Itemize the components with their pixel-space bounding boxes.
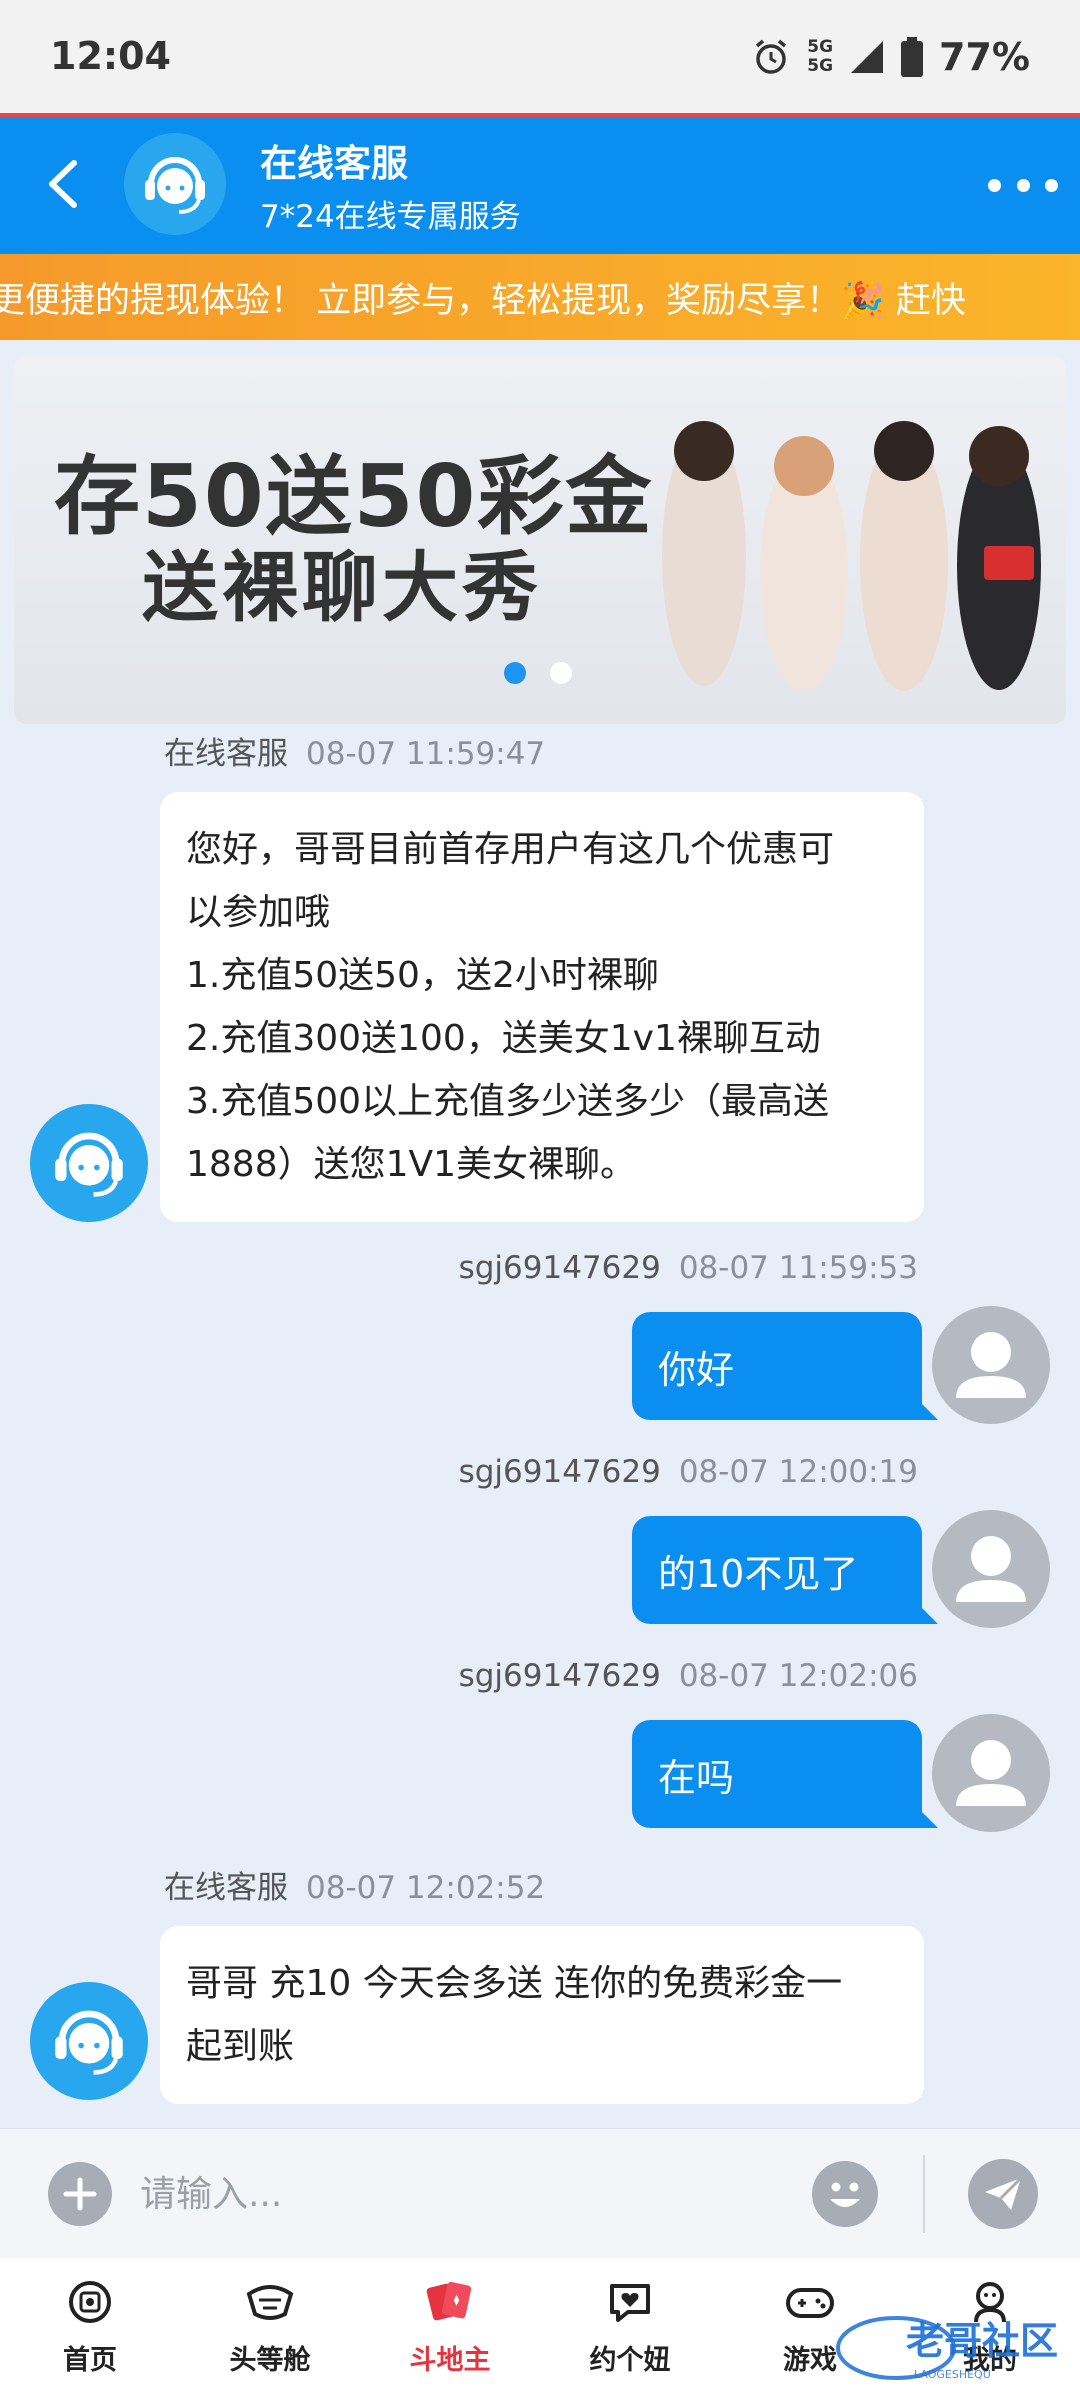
signal-icon — [851, 41, 884, 73]
message-input-bar — [0, 2128, 1080, 2258]
watermark-logo: 老哥社区 LAOGESHEQU — [836, 2316, 1058, 2381]
message-text: 在吗 — [658, 1755, 735, 1800]
chat-subtitle: 7*24在线专属服务 — [260, 199, 521, 235]
cabin-icon — [244, 2276, 296, 2328]
sender-name: sgj69147629 — [458, 1250, 661, 1286]
status-icons: 5G 5G 77% — [751, 32, 1030, 82]
support-avatar[interactable] — [30, 1982, 148, 2100]
nav-label: 首页 — [63, 2345, 117, 2376]
message-meta: sgj69147629 08-07 12:00:19 — [459, 1454, 918, 1490]
message-meta: 在线客服 08-07 12:02:52 — [164, 1862, 545, 1907]
chat-header: 在线客服 7*24在线专属服务 — [0, 117, 1080, 254]
battery-percent: 77% — [939, 35, 1030, 79]
sender-name: 在线客服 — [164, 736, 288, 772]
message-meta: 在线客服 08-07 11:59:47 — [164, 728, 545, 773]
support-avatar[interactable] — [124, 133, 226, 235]
message-time: 08-07 12:02:06 — [678, 1658, 918, 1694]
message-line: 1888）送您1V1美女裸聊。 — [186, 1144, 637, 1185]
watermark-subtext: LAOGESHEQU — [914, 2368, 991, 2381]
message-line: 3.充值500以上充值多少送多少（最高送 — [186, 1081, 830, 1122]
watermark-text: 老哥社区 — [906, 2319, 1058, 2363]
status-time: 12:04 — [50, 34, 171, 78]
banner-pagination[interactable] — [504, 662, 572, 684]
smiley-icon — [830, 2182, 860, 2207]
message-time: 08-07 11:59:53 — [678, 1250, 918, 1286]
message-line: 1.充值50送50，送2小时裸聊 — [186, 955, 659, 996]
message-meta: sgj69147629 08-07 12:02:06 — [459, 1658, 918, 1694]
message-line: 2.充值300送100，送美女1v1裸聊互动 — [186, 1018, 821, 1059]
marquee-text: 更便捷的提现体验！ 立即参与，轻松提现，奖励尽享！🎉 赶快 — [0, 281, 966, 321]
send-button[interactable] — [968, 2159, 1038, 2229]
message-bubble-user[interactable]: 的10不见了 — [632, 1516, 938, 1624]
headset-icon — [55, 2010, 123, 2075]
alarm-icon — [756, 39, 787, 74]
dot-icon — [1045, 178, 1058, 192]
promo-banner[interactable]: 存50送50彩金 送裸聊大秀 — [14, 356, 1066, 724]
support-avatar[interactable] — [30, 1104, 148, 1222]
message-time: 08-07 12:00:19 — [678, 1454, 918, 1490]
message-bubble-user[interactable]: 你好 — [632, 1312, 938, 1420]
gamepad-icon — [784, 2276, 836, 2328]
nav-item-cards[interactable]: 斗地主 — [360, 2258, 540, 2400]
sender-name: 在线客服 — [164, 1870, 288, 1906]
user-icon — [956, 1332, 1026, 1398]
sender-name: sgj69147629 — [458, 1454, 661, 1490]
dot-icon — [988, 178, 1001, 192]
attach-button[interactable] — [48, 2162, 112, 2226]
user-icon — [956, 1740, 1026, 1806]
nav-item-date[interactable]: 约个妞 — [540, 2258, 720, 2400]
pagination-dot[interactable] — [550, 662, 572, 684]
nav-label: 游戏 — [783, 2345, 837, 2376]
message-input[interactable] — [140, 2149, 780, 2239]
cards-icon — [424, 2276, 476, 2328]
message-text: 的10不见了 — [658, 1551, 859, 1596]
announcement-marquee[interactable]: 更便捷的提现体验！ 立即参与，轻松提现，奖励尽享！🎉 赶快 — [0, 254, 1080, 340]
message-bubble-user[interactable]: 在吗 — [632, 1720, 938, 1828]
plus-icon — [63, 2177, 97, 2211]
message-text: 你好 — [658, 1347, 735, 1392]
message-line: 您好，哥哥目前首存用户有这几个优惠可 — [186, 829, 835, 870]
more-options-button[interactable] — [988, 167, 1058, 203]
nav-label: 约个妞 — [589, 2345, 671, 2376]
pagination-dot-active[interactable] — [504, 662, 526, 684]
back-button[interactable] — [30, 149, 100, 219]
headset-icon — [55, 1132, 123, 1197]
paper-plane-icon — [985, 2176, 1023, 2210]
message-line: 起到账 — [186, 2026, 295, 2067]
user-avatar[interactable] — [932, 1306, 1050, 1424]
message-time: 08-07 11:59:47 — [306, 736, 546, 772]
message-time: 08-07 12:02:52 — [306, 1870, 546, 1906]
message-line: 以参加哦 — [186, 892, 331, 933]
chevron-left-icon — [49, 160, 77, 208]
nav-label: 斗地主 — [409, 2345, 491, 2376]
nav-item-cabin[interactable]: 头等舱 — [180, 2258, 360, 2400]
emoji-button[interactable] — [812, 2161, 878, 2227]
home-icon — [64, 2276, 116, 2328]
message-line: 哥哥 充10 今天会多送 连你的免费彩金一 — [186, 1963, 843, 2004]
headset-icon — [145, 157, 205, 214]
user-icon — [956, 1536, 1026, 1602]
banner-subline: 送裸聊大秀 — [142, 543, 542, 632]
network-label: 5G 5G — [807, 37, 834, 76]
chat-title: 在线客服 — [260, 142, 408, 185]
dot-icon — [1016, 178, 1030, 192]
message-bubble-support[interactable]: 您好，哥哥目前首存用户有这几个优惠可 以参加哦 1.充值50送50，送2小时裸聊… — [160, 792, 924, 1222]
user-avatar[interactable] — [932, 1510, 1050, 1628]
user-avatar[interactable] — [932, 1714, 1050, 1832]
status-bar: 12:04 5G 5G 77% — [0, 0, 1080, 116]
message-meta: sgj69147629 08-07 11:59:53 — [459, 1250, 918, 1286]
nav-item-home[interactable]: 首页 — [0, 2258, 180, 2400]
message-bubble-support[interactable]: 哥哥 充10 今天会多送 连你的免费彩金一 起到账 — [160, 1926, 924, 2104]
sender-name: sgj69147629 — [458, 1658, 661, 1694]
nav-label: 头等舱 — [229, 2345, 311, 2376]
input-divider — [923, 2155, 925, 2233]
banner-figures-image — [662, 421, 1041, 691]
battery-icon — [901, 37, 924, 77]
chat-heart-icon — [604, 2276, 656, 2328]
